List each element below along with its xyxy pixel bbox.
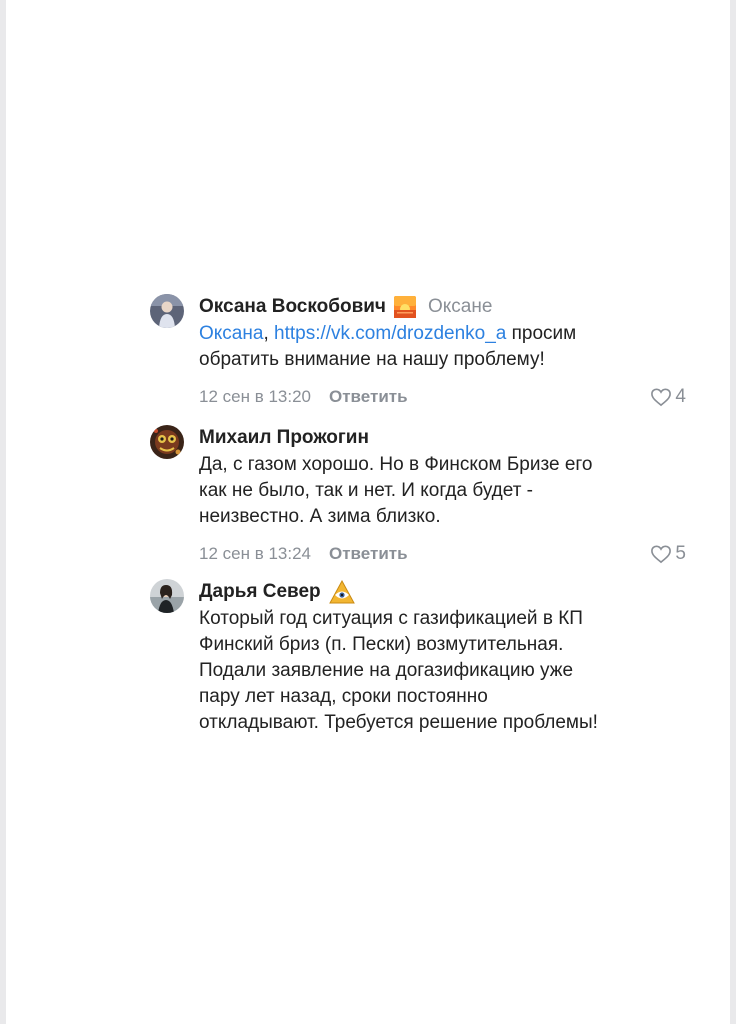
comment-text-line: обратить внимание на нашу проблему! [199,349,545,370]
avatar[interactable] [150,294,184,328]
author-name[interactable]: Дарья Север [199,581,321,603]
like-count: 5 [675,543,686,564]
comment-text: Который год ситуация с газификацией в КП… [199,606,686,736]
comment-text-line: неизвестно. А зима близко. [199,506,441,527]
mention-link[interactable]: Оксана [199,323,263,344]
avatar[interactable] [150,579,184,613]
comment-text-line: Финский бриз (п. Пески) возмутительная. [199,634,564,655]
comment-text: Оксана, https://vk.com/drozdenko_a проси… [199,321,686,373]
comment-text-line: Подали заявление на догазификацию уже [199,660,574,681]
sunset-emoji-icon [393,296,416,318]
comment-text-line: пару лет назад, сроки постоянно [199,686,488,707]
comment-text: Да, с газом хорошо. Но в Финском Бризе е… [199,452,686,530]
author-name[interactable]: Михаил Прожогин [199,427,369,449]
heart-icon [651,388,672,407]
eye-triangle-emoji-icon [328,580,355,604]
reply-to-name[interactable]: Оксане [428,296,492,318]
comment-text-line: как не было, так и нет. И когда будет - [199,480,534,501]
reply-button[interactable]: Ответить [329,387,408,407]
screenshot-page: Оксана Воскобович Оксане Оксана, https:/… [6,0,730,1024]
like-button[interactable]: 4 [650,386,686,408]
like-button[interactable]: 5 [650,543,686,565]
comment-text-part: просим [511,323,577,344]
author-name[interactable]: Оксана Воскобович [199,296,386,318]
avatar[interactable] [150,425,184,459]
url-link[interactable]: https://vk.com/drozdenko_a [274,323,506,344]
comment-text-line: откладывают. Требуется решение проблемы! [199,712,598,733]
heart-icon [651,545,672,564]
reply-button[interactable]: Ответить [329,544,408,564]
comment-text-line: Да, с газом хорошо. Но в Финском Бризе е… [199,454,593,475]
comma-separator: , [263,323,274,344]
comment-text-line: Который год ситуация с газификацией в КП [199,608,583,629]
comment-date[interactable]: 12 сен в 13:24 [199,544,311,564]
comment-date[interactable]: 12 сен в 13:20 [199,387,311,407]
like-count: 4 [675,386,686,407]
